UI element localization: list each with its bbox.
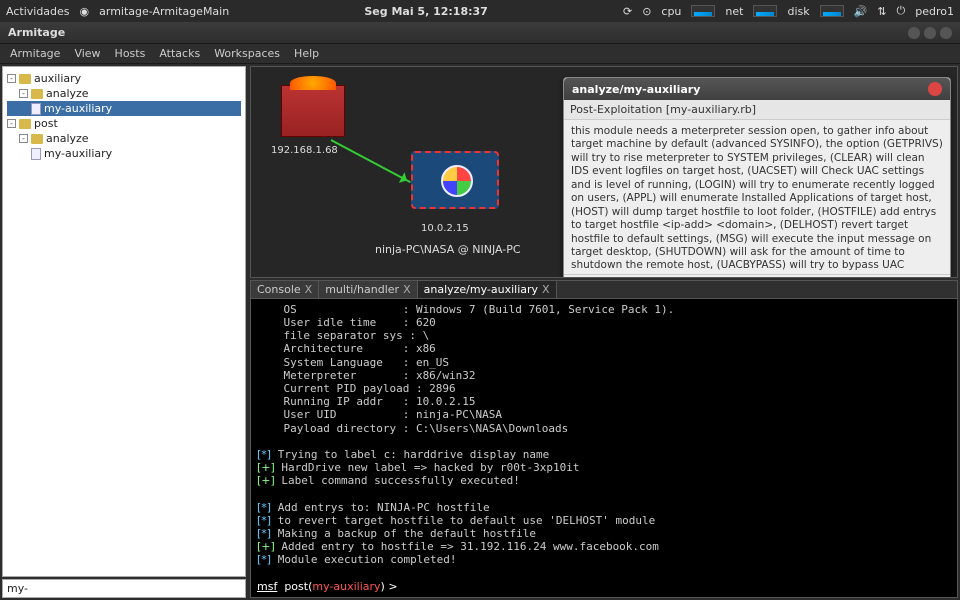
dialog-subtitle: Post-Exploitation [my-auxiliary.rb] — [564, 100, 950, 120]
module-tree[interactable]: -auxiliary-analyzemy-auxiliary-post-anal… — [2, 66, 246, 577]
tree-filter-input[interactable] — [2, 579, 246, 598]
menu-attacks[interactable]: Attacks — [153, 45, 206, 62]
session-arrow — [331, 139, 411, 183]
disk-label: disk — [787, 5, 809, 18]
tab-label: Console — [257, 283, 301, 296]
windows-logo-icon — [441, 165, 473, 197]
user-menu[interactable]: pedro1 — [915, 5, 954, 18]
expand-toggle[interactable]: - — [19, 89, 28, 98]
tab-console[interactable]: Console X — [251, 281, 319, 298]
net-label: net — [725, 5, 743, 18]
host2-name: ninja-PC\NASA @ NINJA-PC — [375, 243, 521, 256]
power-icon[interactable]: ⏻ — [897, 4, 906, 18]
options-table[interactable]: Option ▲ Value APPL0CLEAR0DELHOST0EXECUT… — [564, 274, 950, 278]
tree-item-analyze[interactable]: - analyze — [7, 131, 241, 146]
host1-ip: 192.168.1.68 — [271, 145, 338, 156]
reload-icon[interactable]: ⟳ — [623, 5, 632, 18]
tab-label: analyze/my-auxiliary — [424, 283, 538, 296]
dialog-description: this module needs a meterpreter session … — [564, 120, 950, 274]
tree-item-label: my-auxiliary — [44, 102, 112, 115]
tree-item-auxiliary[interactable]: - auxiliary — [7, 71, 241, 86]
gnome-topbar: Actividades ◉ armitage-ArmitageMain Seg … — [0, 0, 960, 22]
cpu-graph — [691, 5, 715, 17]
menu-workspaces[interactable]: Workspaces — [208, 45, 286, 62]
col-option[interactable]: Option ▲ — [564, 275, 672, 278]
clock[interactable]: Seg Mai 5, 12:18:37 — [229, 5, 623, 18]
window-title: Armitage — [8, 26, 65, 39]
dialog-title: analyze/my-auxiliary — [572, 83, 700, 96]
expand-toggle[interactable]: - — [7, 119, 16, 128]
tree-item-label: my-auxiliary — [44, 147, 112, 160]
folder-icon — [19, 74, 31, 84]
radiation-icon: ◉ — [80, 5, 90, 18]
net-graph — [753, 5, 777, 17]
module-dialog: analyze/my-auxiliary Post-Exploitation [… — [563, 77, 951, 278]
minimize-button[interactable] — [908, 27, 920, 39]
console-tabs: Console Xmulti/handler Xanalyze/my-auxil… — [250, 280, 958, 298]
file-icon — [31, 103, 41, 115]
tree-item-analyze[interactable]: - analyze — [7, 86, 241, 101]
tab-close-icon[interactable]: X — [305, 283, 313, 296]
options-table-wrap[interactable]: Option ▲ Value APPL0CLEAR0DELHOST0EXECUT… — [564, 274, 950, 278]
menubar: ArmitageViewHostsAttacksWorkspacesHelp — [0, 44, 960, 64]
expand-toggle[interactable]: - — [7, 74, 16, 83]
tree-item-label: analyze — [46, 132, 89, 145]
cpu-label: cpu — [661, 5, 681, 18]
menu-help[interactable]: Help — [288, 45, 325, 62]
tree-item-label: analyze — [46, 87, 89, 100]
close-button[interactable] — [940, 27, 952, 39]
folder-icon — [31, 134, 43, 144]
menu-view[interactable]: View — [68, 45, 106, 62]
console-output[interactable]: OS : Windows 7 (Build 7601, Service Pack… — [250, 298, 958, 598]
window-titlebar: Armitage — [0, 22, 960, 44]
tab-multi-handler[interactable]: multi/handler X — [319, 281, 417, 298]
menu-hosts[interactable]: Hosts — [109, 45, 152, 62]
tree-item-my-auxiliary[interactable]: my-auxiliary — [7, 101, 241, 116]
maximize-button[interactable] — [924, 27, 936, 39]
tab-label: multi/handler — [325, 283, 399, 296]
host-windows[interactable] — [411, 151, 501, 215]
activities-button[interactable]: Actividades — [6, 5, 70, 18]
app-indicator[interactable]: armitage-ArmitageMain — [99, 5, 229, 18]
tab-analyze-my-auxiliary[interactable]: analyze/my-auxiliary X — [418, 281, 557, 298]
host2-ip: 10.0.2.15 — [421, 223, 469, 234]
volume-icon[interactable]: 🔊 — [854, 5, 868, 18]
tree-item-label: post — [34, 117, 58, 130]
menu-armitage[interactable]: Armitage — [4, 45, 66, 62]
file-icon — [31, 148, 41, 160]
host-firewall[interactable] — [281, 85, 345, 137]
expand-toggle[interactable]: - — [19, 134, 28, 143]
tree-item-my-auxiliary[interactable]: my-auxiliary — [7, 146, 241, 161]
tree-item-post[interactable]: - post — [7, 116, 241, 131]
targets-canvas[interactable]: 192.168.1.68 10.0.2.15 ninja-PC\NASA @ N… — [250, 66, 958, 278]
dialog-close-button[interactable] — [928, 82, 942, 96]
dialog-header[interactable]: analyze/my-auxiliary — [564, 78, 950, 100]
folder-icon — [19, 119, 31, 129]
globe-icon[interactable]: ⊙ — [642, 5, 651, 18]
tree-item-label: auxiliary — [34, 72, 81, 85]
col-value[interactable]: Value — [672, 275, 950, 278]
disk-graph — [820, 5, 844, 17]
folder-icon — [31, 89, 43, 99]
tab-close-icon[interactable]: X — [403, 283, 411, 296]
network-icon[interactable]: ⇅ — [877, 5, 886, 18]
tab-close-icon[interactable]: X — [542, 283, 550, 296]
